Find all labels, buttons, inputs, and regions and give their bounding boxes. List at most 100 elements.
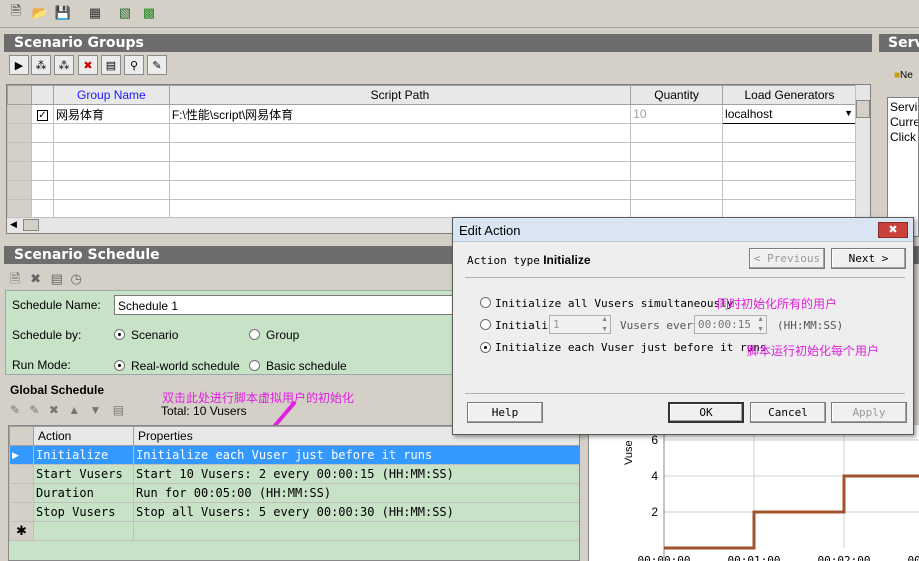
move-up-icon[interactable]: ▲ xyxy=(68,403,80,417)
corner-cell xyxy=(7,85,32,105)
action-cell[interactable]: Initialize xyxy=(33,445,134,465)
services-line: Curre xyxy=(890,115,919,129)
col-action[interactable]: Action xyxy=(33,426,134,446)
ok-button[interactable]: OK xyxy=(668,402,744,423)
table-row[interactable]: Stop Vusers Stop all Vusers: 5 every 00:… xyxy=(9,502,579,522)
new-row-icon: ✱ xyxy=(9,521,34,541)
interval-up-icon[interactable]: ▲ xyxy=(757,316,764,323)
stepper-down-icon[interactable]: ▼ xyxy=(601,326,608,333)
new-service-label: Ne xyxy=(900,70,913,81)
edit-action-icon[interactable]: ✎ xyxy=(10,403,20,417)
results-icon[interactable]: ▩ xyxy=(139,3,159,23)
schedule-by-scenario-label[interactable]: Scenario xyxy=(131,328,178,342)
action-cell[interactable]: Duration xyxy=(33,483,134,503)
delete-schedule-icon[interactable]: ✖ xyxy=(30,271,41,286)
delete-action-icon[interactable]: ✖ xyxy=(49,403,59,417)
stepper-up-icon[interactable]: ▲ xyxy=(601,316,608,323)
load-generator-select[interactable]: localhost ▼ xyxy=(722,104,857,124)
generators-icon[interactable]: ▦ xyxy=(85,3,105,23)
col-quantity[interactable]: Quantity xyxy=(630,85,724,105)
scroll-thumb[interactable] xyxy=(856,100,870,118)
real-world-label[interactable]: Real-world schedule xyxy=(131,359,240,373)
previous-button[interactable]: < Previous xyxy=(749,248,825,269)
new-service-button[interactable]: ■Ne xyxy=(894,70,913,81)
schedule-by-group-radio[interactable] xyxy=(249,329,260,340)
new-scenario-icon[interactable]: 🗎 xyxy=(6,3,26,23)
copy-icon[interactable]: ▤ xyxy=(113,403,124,417)
quantity-cell[interactable]: 10 xyxy=(630,104,724,124)
script-path-cell[interactable]: F:\性能\script\网易体育 xyxy=(168,104,632,124)
open-icon[interactable]: 📂 xyxy=(30,3,50,23)
col-group-name[interactable]: Group Name xyxy=(52,85,170,105)
schedule-toolbar: 🗎 ✖ ▤ ◷ xyxy=(10,270,82,292)
time-format-label: (HH:MM:SS) xyxy=(777,319,844,332)
edit-script-icon[interactable]: ✎ xyxy=(147,55,167,75)
basic-schedule-label[interactable]: Basic schedule xyxy=(266,359,347,373)
x-tick-label: 00:03:00 xyxy=(908,554,919,561)
analyze-icon[interactable]: ▧ xyxy=(115,3,135,23)
new-row[interactable]: ✱ xyxy=(9,521,579,541)
add-group-icon[interactable]: ⁂ xyxy=(54,55,74,75)
init-interval-field[interactable]: 00:00:15 ▲ ▼ xyxy=(694,315,767,334)
schedule-name-field[interactable]: Schedule 1 xyxy=(114,295,459,315)
col-load-generators[interactable]: Load Generators xyxy=(722,85,857,105)
vertical-scrollbar[interactable] xyxy=(855,85,870,217)
table-row[interactable]: Start Vusers Start 10 Vusers: 2 every 00… xyxy=(9,464,579,484)
groups-grid: Group Name Script Path Quantity Load Gen… xyxy=(6,84,871,234)
action-cell[interactable]: Start Vusers xyxy=(33,464,134,484)
new-schedule-icon[interactable]: 🗎 xyxy=(10,271,20,286)
rename-schedule-icon[interactable]: ▤ xyxy=(51,271,63,286)
properties-cell[interactable]: Stop all Vusers: 5 every 00:00:30 (HH:MM… xyxy=(133,502,579,522)
basic-schedule-radio[interactable] xyxy=(249,360,260,371)
init-all-radio[interactable] xyxy=(480,297,491,308)
enable-checkbox[interactable]: ✓ xyxy=(30,104,54,124)
properties-cell[interactable]: Start 10 Vusers: 2 every 00:00:15 (HH:MM… xyxy=(133,464,579,484)
y-tick-label: 6 xyxy=(651,433,658,447)
action-type-label: Action type Initialize xyxy=(467,253,591,267)
group-name-cell[interactable]: 网易体育 xyxy=(52,104,170,124)
properties-cell[interactable]: Run for 00:05:00 (HH:MM:SS) xyxy=(133,483,579,503)
init-all-note: 同时初始化所有的用户 xyxy=(717,297,838,311)
corner-cell xyxy=(9,426,34,446)
action-type-value: Initialize xyxy=(543,253,591,267)
vusers-icon[interactable]: ⁂ xyxy=(31,55,51,75)
apply-button[interactable]: Apply xyxy=(831,402,907,423)
services-list: Servic Curre Click xyxy=(887,97,919,237)
save-icon[interactable]: 💾 xyxy=(53,3,73,23)
dialog-separator-bottom xyxy=(465,393,905,394)
init-all-label[interactable]: Initialize all Vusers simultaneously xyxy=(495,297,733,310)
init-gradual-radio[interactable] xyxy=(480,319,491,330)
scroll-left-icon[interactable]: ◀ xyxy=(10,219,17,230)
schedule-clock-icon[interactable]: ◷ xyxy=(71,271,82,286)
vusers-series-line xyxy=(664,474,919,550)
table-row[interactable]: ✓ 网易体育 F:\性能\script\网易体育 10 localhost ▼ xyxy=(7,104,857,124)
table-row[interactable]: Duration Run for 00:05:00 (HH:MM:SS) xyxy=(9,483,579,503)
schedule-by-scenario-radio[interactable] xyxy=(114,329,125,340)
init-count-stepper[interactable]: 1 ▲ ▼ xyxy=(549,315,611,334)
cancel-button[interactable]: Cancel xyxy=(750,402,826,423)
x-tick-label: 00:00:00 xyxy=(638,554,691,561)
init-before-run-radio[interactable] xyxy=(480,342,491,353)
schedule-name-value: Schedule 1 xyxy=(118,299,179,313)
h-scroll-thumb[interactable] xyxy=(23,219,39,231)
close-icon[interactable]: ✖ xyxy=(878,222,908,238)
init-gradual-label[interactable]: Initiali xyxy=(495,319,548,332)
details-icon[interactable]: ▤ xyxy=(101,55,121,75)
view-script-icon[interactable]: ⚲ xyxy=(124,55,144,75)
col-script-path[interactable]: Script Path xyxy=(168,85,632,105)
real-world-radio[interactable] xyxy=(114,360,125,371)
schedule-by-group-label[interactable]: Group xyxy=(266,328,299,342)
table-row-selected[interactable]: ▶ Initialize Initialize each Vuser just … xyxy=(9,445,579,465)
remove-group-icon[interactable]: ✖ xyxy=(78,55,98,75)
run-icon[interactable]: ▶ xyxy=(9,55,29,75)
interval-down-icon[interactable]: ▼ xyxy=(757,326,764,333)
init-before-run-label[interactable]: Initialize each Vuser just before it run… xyxy=(495,341,767,354)
action-cell[interactable]: Stop Vusers xyxy=(33,502,134,522)
next-button[interactable]: Next > xyxy=(831,248,906,269)
properties-cell[interactable]: Initialize each Vuser just before it run… xyxy=(133,445,579,465)
add-action-icon[interactable]: ✎ xyxy=(29,403,39,417)
help-button[interactable]: Help xyxy=(467,402,543,423)
dialog-titlebar[interactable]: Edit Action ✖ xyxy=(453,218,913,242)
dropdown-arrow-icon[interactable]: ▼ xyxy=(844,108,853,118)
move-down-icon[interactable]: ▼ xyxy=(89,403,101,417)
